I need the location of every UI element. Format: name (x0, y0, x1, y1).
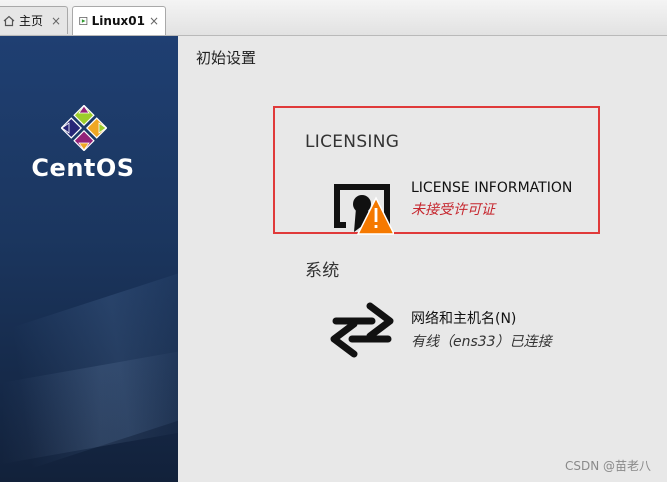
tab-bar: 主页 × Linux01 × (0, 0, 667, 36)
tab-label: 主页 (19, 14, 44, 28)
tab-close-icon[interactable]: × (149, 14, 159, 28)
spoke-title: LICENSE INFORMATION (411, 180, 573, 196)
license-warning-icon (330, 180, 396, 240)
sidebar: CentOS (0, 36, 178, 482)
spoke-status: 未接受许可证 (411, 202, 495, 218)
tab-label: Linux01 (91, 14, 145, 28)
page-title: 初始设置 (196, 49, 257, 67)
vm-icon (79, 17, 88, 25)
spoke-license-information[interactable]: LICENSE INFORMATION 未接受许可证 (330, 180, 572, 240)
spoke-status: 有线（ens33）已连接 (411, 334, 552, 350)
section-heading-system: 系统 (305, 261, 340, 281)
home-icon (3, 15, 15, 26)
tab-close-icon[interactable]: × (51, 14, 61, 28)
section-heading-licensing: LICENSING (305, 132, 400, 152)
spoke-network-hostname[interactable]: 网络和主机名(N) 有线（ens33）已连接 (330, 300, 552, 360)
tab-home[interactable]: 主页 × (0, 6, 68, 34)
network-arrows-icon (330, 300, 394, 360)
centos-logo-text: CentOS (31, 154, 135, 182)
spoke-title: 网络和主机名(N) (411, 311, 517, 327)
watermark: CSDN @苗老八 (564, 459, 651, 473)
centos-logo-icon (61, 105, 107, 151)
tab-linux01[interactable]: Linux01 × (72, 6, 166, 35)
